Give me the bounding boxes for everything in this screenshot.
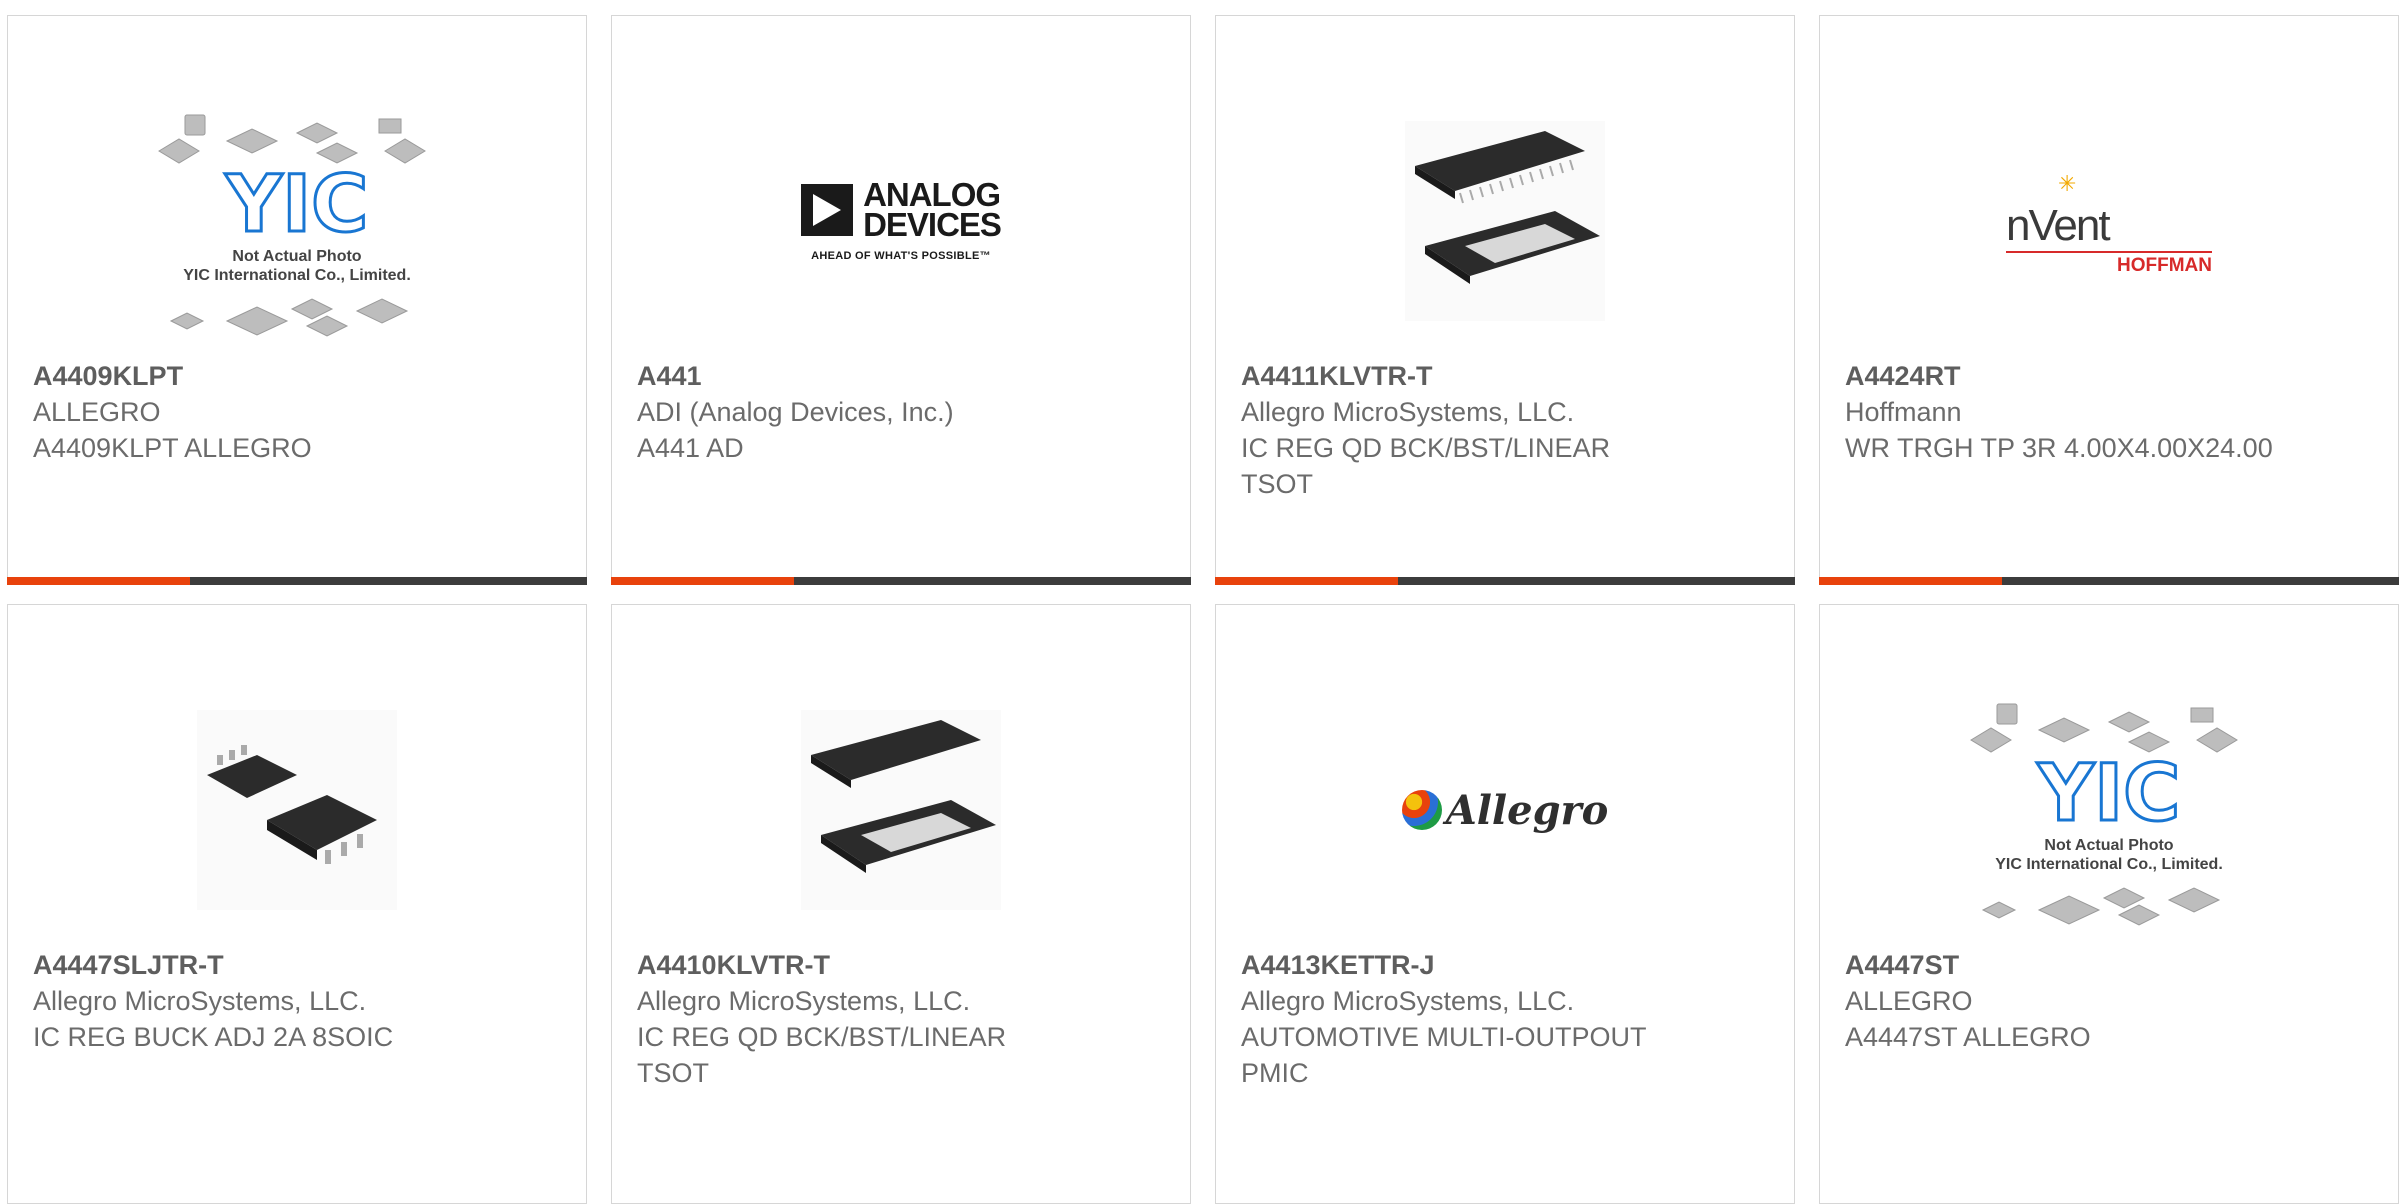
card-bottom-bar [7, 577, 587, 585]
manufacturer: Hoffmann [1845, 397, 1962, 427]
logo-text-line-2: DEVICES [863, 206, 1002, 243]
svg-text:YIC: YIC [225, 160, 369, 250]
description: AUTOMOTIVE MULTI-OUTPOUT PMIC [1241, 1022, 1647, 1088]
nvent-hoffman-logo: ✳ nVent HOFFMAN [2006, 171, 2212, 276]
ic-package-icon [197, 710, 397, 910]
product-image[interactable] [1216, 86, 1794, 356]
svg-text:Not Actual Photo: Not Actual Photo [232, 248, 361, 265]
part-number-link[interactable]: A4409KLPT [33, 358, 561, 394]
card-bottom-bar [1819, 577, 2399, 585]
logo-text: nVent [2006, 201, 2111, 250]
product-image[interactable]: YIC Not Actual Photo YIC International C… [1820, 690, 2398, 950]
allegro-logo: Allegro [1401, 786, 1609, 834]
logo-subtext: HOFFMAN [2117, 255, 2212, 276]
description: IC REG QD BCK/BST/LINEAR TSOT [1241, 433, 1611, 499]
manufacturer: Allegro MicroSystems, LLC. [33, 986, 367, 1016]
part-number-link[interactable]: A4447ST [1845, 947, 2373, 983]
description: IC REG QD BCK/BST/LINEAR TSOT [637, 1022, 1007, 1088]
product-card[interactable]: ✳ nVent HOFFMAN A4424RT Hoffmann WR TRGH… [1819, 15, 2399, 585]
svg-text:YIC: YIC [2037, 749, 2181, 839]
card-accent [611, 577, 794, 585]
sun-rays-icon: ✳ [2058, 171, 2077, 196]
part-number-link[interactable]: A441 [637, 358, 1165, 394]
product-image[interactable] [8, 675, 586, 945]
description: A441 AD [637, 433, 744, 463]
product-info: A4411KLVTR-T Allegro MicroSystems, LLC. … [1241, 358, 1769, 502]
manufacturer: Allegro MicroSystems, LLC. [637, 986, 971, 1016]
manufacturer: ALLEGRO [33, 397, 161, 427]
svg-text:YIC International Co., Limited: YIC International Co., Limited. [183, 267, 411, 284]
logo-dots-icon [1401, 790, 1442, 830]
product-image[interactable]: ✳ nVent HOFFMAN [1820, 86, 2398, 356]
card-bottom-bar [611, 577, 1191, 585]
card-accent [1215, 577, 1398, 585]
svg-text:Not Actual Photo: Not Actual Photo [2044, 837, 2173, 854]
product-card[interactable]: A4411KLVTR-T Allegro MicroSystems, LLC. … [1215, 15, 1795, 585]
logo-tagline: AHEAD OF WHAT'S POSSIBLE™ [811, 250, 991, 262]
manufacturer: Allegro MicroSystems, LLC. [1241, 986, 1575, 1016]
play-triangle-icon [801, 184, 854, 236]
placeholder-photo-icon: YIC Not Actual Photo YIC International C… [1970, 703, 2238, 926]
card-accent [7, 577, 190, 585]
product-info: A4447SLJTR-T Allegro MicroSystems, LLC. … [33, 947, 561, 1055]
product-image[interactable]: YIC Not Actual Photo YIC International C… [8, 101, 586, 361]
analog-devices-logo: ANALOG DEVICES AHEAD OF WHAT'S POSSIBLE™ [801, 178, 1002, 262]
ic-package-icon [1405, 121, 1605, 321]
product-card[interactable]: YIC Not Actual Photo YIC International C… [7, 15, 587, 585]
part-number-link[interactable]: A4424RT [1845, 358, 2373, 394]
manufacturer: Allegro MicroSystems, LLC. [1241, 397, 1575, 427]
card-accent [1819, 577, 2002, 585]
product-image[interactable]: ANALOG DEVICES AHEAD OF WHAT'S POSSIBLE™ [612, 86, 1190, 356]
product-info: A441 ADI (Analog Devices, Inc.) A441 AD [637, 358, 1165, 466]
product-card[interactable]: ANALOG DEVICES AHEAD OF WHAT'S POSSIBLE™… [611, 15, 1191, 585]
product-info: A4409KLPT ALLEGRO A4409KLPT ALLEGRO [33, 358, 561, 466]
description: WR TRGH TP 3R 4.00X4.00X24.00 [1845, 433, 2273, 463]
svg-text:YIC International Co., Limited: YIC International Co., Limited. [1995, 856, 2223, 873]
product-image[interactable] [612, 675, 1190, 945]
description: A4447ST ALLEGRO [1845, 1022, 2091, 1052]
part-number-link[interactable]: A4447SLJTR-T [33, 947, 561, 983]
description: IC REG BUCK ADJ 2A 8SOIC [33, 1022, 394, 1052]
placeholder-photo-icon: YIC Not Actual Photo YIC International C… [158, 114, 426, 337]
card-bottom-bar [1215, 577, 1795, 585]
product-card[interactable]: YIC Not Actual Photo YIC International C… [1819, 604, 2399, 1204]
ic-package-icon [801, 710, 1001, 910]
part-number-link[interactable]: A4410KLVTR-T [637, 947, 1165, 983]
product-card[interactable]: A4410KLVTR-T Allegro MicroSystems, LLC. … [611, 604, 1191, 1204]
part-number-link[interactable]: A4411KLVTR-T [1241, 358, 1769, 394]
product-info: A4413KETTR-J Allegro MicroSystems, LLC. … [1241, 947, 1769, 1091]
product-info: A4410KLVTR-T Allegro MicroSystems, LLC. … [637, 947, 1165, 1091]
manufacturer: ADI (Analog Devices, Inc.) [637, 397, 954, 427]
logo-text: Allegro [1445, 786, 1609, 834]
part-number-link[interactable]: A4413KETTR-J [1241, 947, 1769, 983]
manufacturer: ALLEGRO [1845, 986, 1973, 1016]
description: A4409KLPT ALLEGRO [33, 433, 312, 463]
product-card[interactable]: Allegro A4413KETTR-J Allegro MicroSystem… [1215, 604, 1795, 1204]
product-info: A4447ST ALLEGRO A4447ST ALLEGRO [1845, 947, 2373, 1055]
product-grid: YIC Not Actual Photo YIC International C… [0, 0, 2400, 1204]
product-image[interactable]: Allegro [1216, 675, 1794, 945]
product-card[interactable]: A4447SLJTR-T Allegro MicroSystems, LLC. … [7, 604, 587, 1204]
product-info: A4424RT Hoffmann WR TRGH TP 3R 4.00X4.00… [1845, 358, 2373, 466]
